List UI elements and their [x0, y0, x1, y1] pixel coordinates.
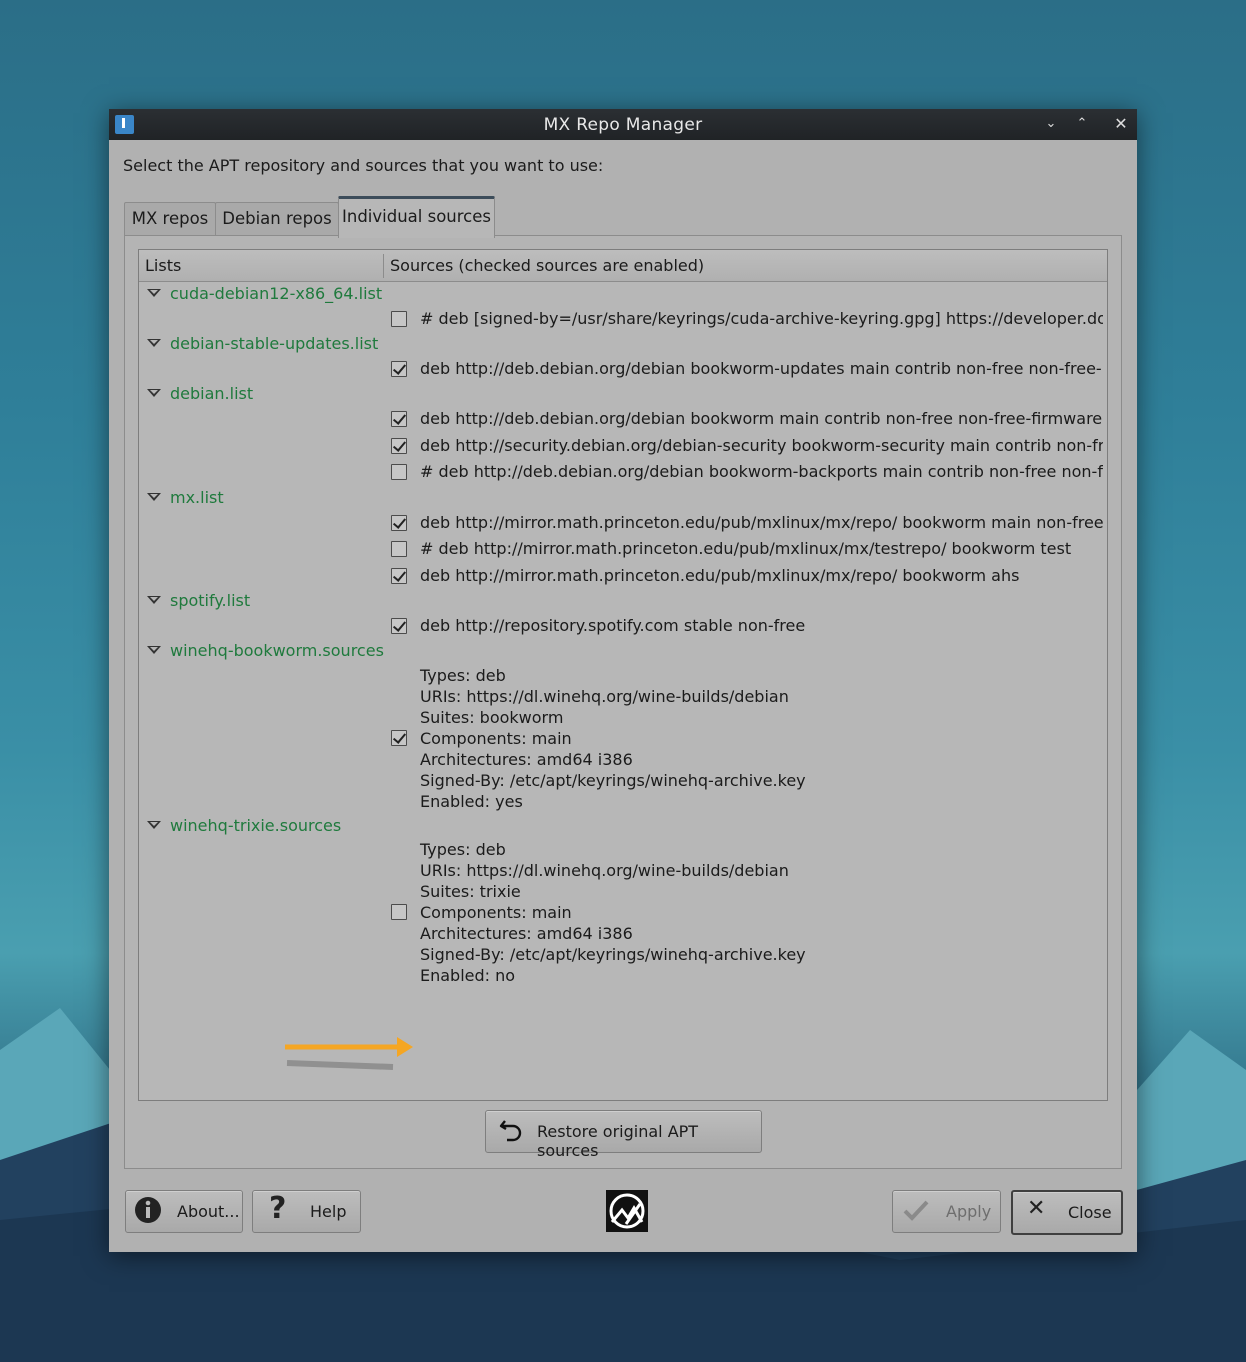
source-checkbox[interactable] [391, 361, 407, 377]
source-row[interactable]: deb http://mirror.math.princeton.edu/pub… [391, 566, 1103, 588]
source-checkbox[interactable] [391, 464, 407, 480]
header-lists[interactable]: Lists [145, 256, 181, 275]
window-title: MX Repo Manager [543, 115, 703, 135]
list-item[interactable]: mx.list [147, 488, 224, 510]
source-checkbox[interactable] [391, 515, 407, 531]
sources-tree: Lists Sources (checked sources are enabl… [138, 249, 1108, 1101]
tree-header: Lists Sources (checked sources are enabl… [139, 250, 1107, 282]
close-icon: ✕ [1027, 1196, 1046, 1221]
block-line: Signed-By: /etc/apt/keyrings/winehq-arch… [420, 771, 806, 790]
source-checkbox[interactable] [391, 411, 407, 427]
source-block-trixie[interactable]: Types: deb URIs: https://dl.winehq.org/w… [391, 839, 1103, 989]
expand-arrow-icon[interactable] [147, 596, 161, 604]
source-row[interactable]: deb http://mirror.math.princeton.edu/pub… [391, 513, 1103, 535]
block-line: Suites: trixie [420, 882, 521, 901]
tab-debian-repos[interactable]: Debian repos [215, 202, 339, 235]
source-row[interactable]: # deb [signed-by=/usr/share/keyrings/cud… [391, 309, 1103, 331]
source-block-bookworm[interactable]: Types: deb URIs: https://dl.winehq.org/w… [391, 665, 1103, 815]
maximize-icon[interactable]: ⌃ [1072, 114, 1092, 134]
source-row[interactable]: deb http://deb.debian.org/debian bookwor… [391, 409, 1103, 431]
close-label: Close [1068, 1203, 1112, 1222]
help-icon: ? [269, 1191, 287, 1226]
restore-sources-label: Restore original APT sources [537, 1122, 699, 1160]
instruction-label: Select the APT repository and sources th… [123, 156, 604, 175]
block-line: Types: deb [420, 840, 506, 859]
block-line: URIs: https://dl.winehq.org/wine-builds/… [420, 687, 789, 706]
info-icon [135, 1197, 161, 1223]
source-checkbox[interactable] [391, 904, 407, 920]
block-line: Suites: bookworm [420, 708, 564, 727]
about-button[interactable]: About... [125, 1190, 243, 1233]
source-row[interactable]: deb http://security.debian.org/debian-se… [391, 436, 1103, 458]
block-line: Types: deb [420, 666, 506, 685]
about-label: About... [177, 1202, 240, 1221]
apply-button[interactable]: Apply [892, 1190, 1001, 1233]
expand-arrow-icon[interactable] [147, 339, 161, 347]
help-label: Help [310, 1202, 347, 1221]
expand-arrow-icon[interactable] [147, 493, 161, 501]
close-window-icon[interactable]: ✕ [1111, 114, 1131, 134]
annotation-arrow-icon [285, 1037, 413, 1070]
source-checkbox[interactable] [391, 568, 407, 584]
undo-icon [499, 1120, 522, 1142]
individual-sources-panel: Lists Sources (checked sources are enabl… [124, 235, 1122, 1169]
titlebar: MX Repo Manager ⌄ ⌃ ✕ [109, 109, 1137, 140]
source-checkbox[interactable] [391, 438, 407, 454]
list-item[interactable]: spotify.list [147, 591, 250, 613]
expand-arrow-icon[interactable] [147, 646, 161, 654]
tab-individual-sources[interactable]: Individual sources [338, 196, 495, 238]
block-line: Enabled: yes [420, 792, 523, 811]
mx-repo-manager-window: MX Repo Manager ⌄ ⌃ ✕ Select the APT rep… [109, 109, 1137, 1252]
close-button[interactable]: ✕ Close [1011, 1190, 1123, 1235]
source-checkbox[interactable] [391, 618, 407, 634]
expand-arrow-icon[interactable] [147, 289, 161, 297]
source-checkbox[interactable] [391, 541, 407, 557]
minimize-icon[interactable]: ⌄ [1041, 114, 1061, 134]
expand-arrow-icon[interactable] [147, 821, 161, 829]
expand-arrow-icon[interactable] [147, 389, 161, 397]
source-row[interactable]: # deb http://deb.debian.org/debian bookw… [391, 462, 1103, 484]
list-item[interactable]: debian.list [147, 384, 253, 406]
source-row[interactable]: # deb http://mirror.math.princeton.edu/p… [391, 539, 1103, 561]
list-item[interactable]: winehq-bookworm.sources [147, 641, 384, 663]
source-checkbox[interactable] [391, 311, 407, 327]
block-line: Signed-By: /etc/apt/keyrings/winehq-arch… [420, 945, 806, 964]
block-line: Components: main [420, 903, 572, 922]
block-line: Architectures: amd64 i386 [420, 924, 633, 943]
help-button[interactable]: ? Help [252, 1190, 361, 1233]
list-item[interactable]: winehq-trixie.sources [147, 816, 341, 838]
source-checkbox[interactable] [391, 730, 407, 746]
tab-mx-repos[interactable]: MX repos [124, 202, 216, 235]
list-item[interactable]: cuda-debian12-x86_64.list [147, 284, 382, 306]
block-line: URIs: https://dl.winehq.org/wine-builds/… [420, 861, 789, 880]
block-line: Enabled: no [420, 966, 516, 985]
mx-logo [606, 1190, 648, 1232]
restore-sources-button[interactable]: Restore original APT sources [485, 1110, 762, 1160]
list-item[interactable]: debian-stable-updates.list [147, 334, 378, 356]
header-sources[interactable]: Sources (checked sources are enabled) [390, 256, 704, 275]
source-row[interactable]: deb http://repository.spotify.com stable… [391, 616, 1103, 638]
apply-label: Apply [946, 1202, 992, 1221]
block-line: Components: main [420, 729, 572, 748]
block-line: Architectures: amd64 i386 [420, 750, 633, 769]
checkmark-icon [903, 1200, 929, 1221]
source-row[interactable]: deb http://deb.debian.org/debian bookwor… [391, 359, 1103, 381]
